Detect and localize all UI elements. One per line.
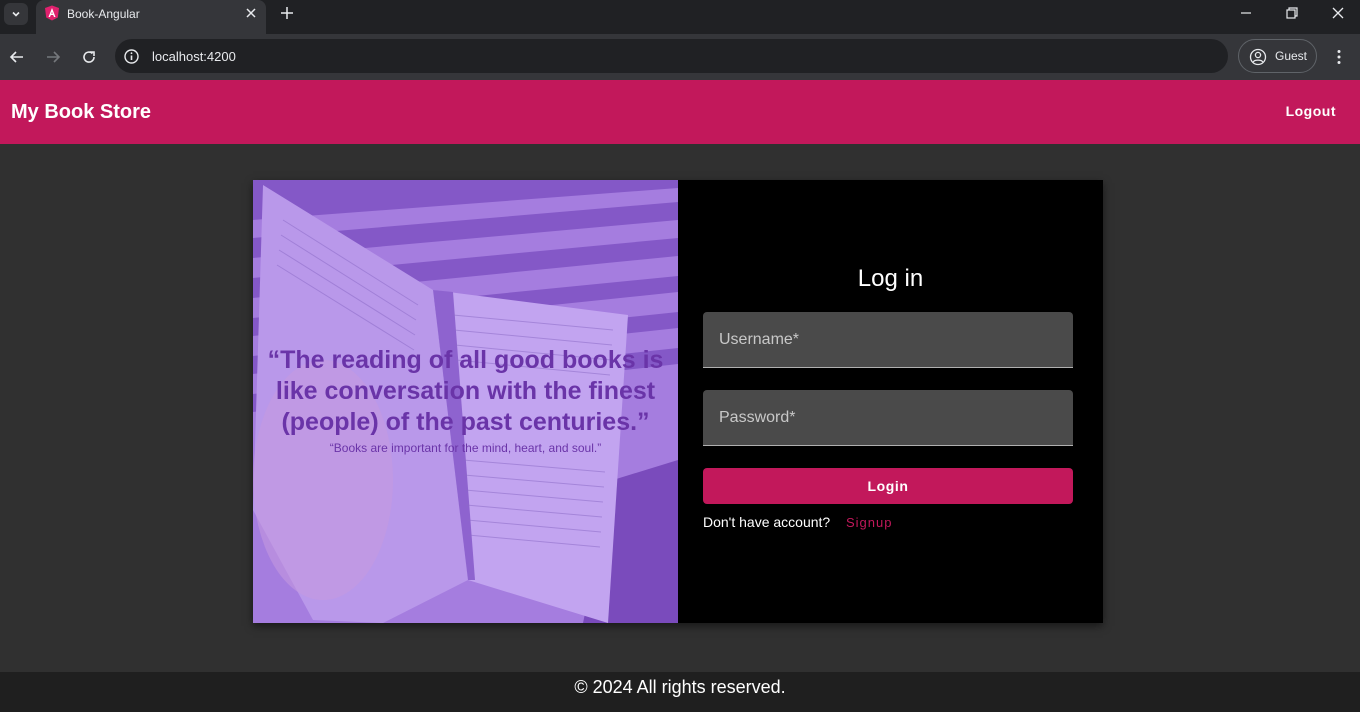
footer-text: © 2024 All rights reserved. [574, 677, 786, 697]
username-label: Username* [719, 331, 800, 348]
plus-icon[interactable] [279, 5, 295, 21]
chevron-down-icon [12, 11, 20, 17]
no-account-text: Don't have account? [703, 514, 831, 530]
url-text: localhost:4200 [152, 49, 236, 64]
login-form-panel: Log in Username* Password* Login Don't h… [678, 180, 1103, 623]
brand-title: My Book Store [11, 101, 152, 123]
login-card: “The reading of all good books is like c… [253, 180, 1103, 623]
minimize-icon[interactable] [1238, 5, 1254, 21]
angular-favicon-icon [45, 5, 59, 21]
reload-icon[interactable] [80, 48, 98, 66]
kebab-menu-icon[interactable] [1330, 48, 1348, 66]
logout-button[interactable]: Logout [1286, 103, 1336, 119]
login-title: Log in [857, 265, 924, 292]
hero-subquote: “Books are important for the mind, heart… [329, 441, 602, 455]
back-icon[interactable] [8, 48, 26, 66]
signup-link[interactable]: Signup [846, 515, 892, 530]
password-field[interactable]: Password* [703, 390, 1073, 446]
profile-label: Guest [1275, 49, 1308, 63]
browser-tab-strip: Book-Angular [0, 0, 1360, 34]
page-footer: © 2024 All rights reserved. [0, 672, 1360, 712]
address-bar[interactable]: localhost:4200 [115, 39, 1228, 73]
browser-tab[interactable]: Book-Angular [36, 0, 266, 34]
restore-icon[interactable] [1284, 5, 1300, 21]
login-button[interactable]: Login [703, 468, 1073, 504]
info-icon[interactable] [123, 48, 140, 65]
tab-title: Book-Angular [67, 7, 140, 21]
app-header: My Book Store Logout [0, 80, 1360, 144]
close-window-icon[interactable] [1330, 5, 1346, 21]
hero-image-panel: “The reading of all good books is like c… [253, 180, 678, 623]
profile-icon [1249, 48, 1267, 66]
username-field[interactable]: Username* [703, 312, 1073, 368]
close-icon[interactable] [244, 6, 258, 20]
browser-toolbar: localhost:4200 Guest [0, 34, 1360, 80]
password-label: Password* [719, 409, 796, 426]
profile-button[interactable]: Guest [1238, 39, 1317, 73]
hero-quote: “The reading of all good books is like c… [267, 346, 664, 436]
tab-search-button[interactable] [4, 3, 28, 25]
forward-icon[interactable] [44, 48, 62, 66]
